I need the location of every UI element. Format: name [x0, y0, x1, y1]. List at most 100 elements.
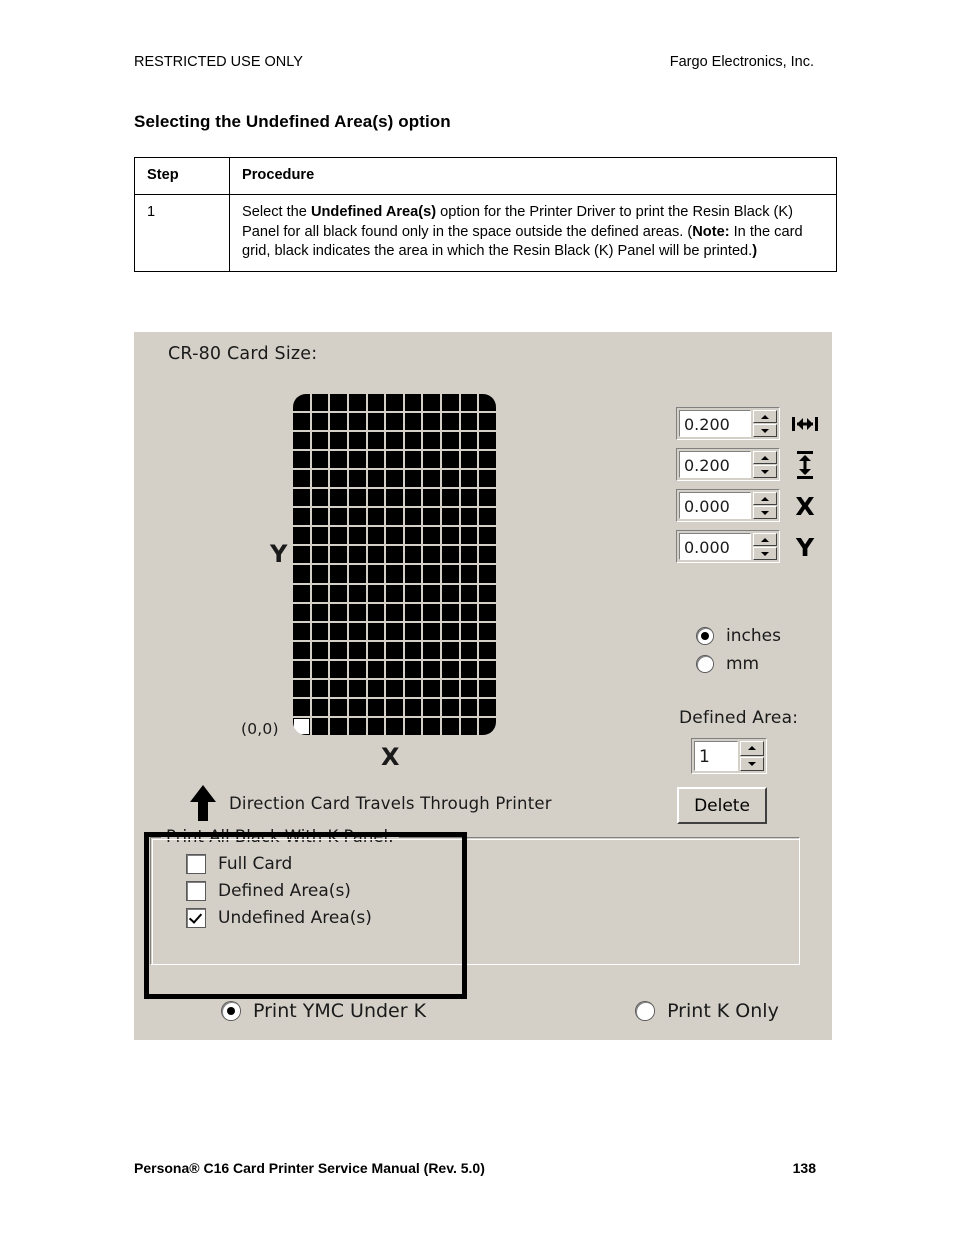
card-grid-cell[interactable]: [460, 394, 478, 412]
card-grid-cell[interactable]: [442, 451, 459, 469]
card-grid-cell[interactable]: [367, 451, 385, 469]
card-grid-cell[interactable]: [442, 508, 459, 526]
card-grid-cell[interactable]: [442, 641, 459, 659]
height-spinner-buttons[interactable]: [753, 451, 777, 478]
card-grid-cell[interactable]: [404, 603, 422, 621]
card-grid-cell[interactable]: [348, 584, 366, 602]
card-grid-cell[interactable]: [348, 508, 366, 526]
y-offset-spinner-up[interactable]: [753, 533, 777, 546]
x-offset-value[interactable]: 0.000: [679, 492, 751, 519]
card-grid-cell[interactable]: [311, 546, 329, 564]
card-grid-cell[interactable]: [293, 527, 310, 545]
card-grid-cell[interactable]: [311, 470, 329, 488]
card-grid-cell[interactable]: [442, 660, 459, 678]
delete-button[interactable]: Delete: [677, 787, 767, 824]
card-grid-cell[interactable]: [386, 489, 403, 507]
card-grid-cell[interactable]: [348, 489, 366, 507]
card-grid-cell[interactable]: [311, 641, 329, 659]
card-grid-cell[interactable]: [330, 432, 347, 450]
card-grid-cell[interactable]: [460, 451, 478, 469]
card-grid-cell[interactable]: [348, 679, 366, 697]
card-grid-cell[interactable]: [460, 489, 478, 507]
card-grid-cell[interactable]: [460, 660, 478, 678]
card-grid-cell[interactable]: [442, 679, 459, 697]
width-spinner-up[interactable]: [753, 410, 777, 423]
card-grid-cell[interactable]: [404, 470, 422, 488]
card-grid-cell[interactable]: [479, 565, 496, 583]
card-grid-cell[interactable]: [311, 413, 329, 431]
card-grid-cell[interactable]: [386, 641, 403, 659]
card-grid-cell[interactable]: [348, 527, 366, 545]
card-grid-cell[interactable]: [330, 451, 347, 469]
card-grid-cell[interactable]: [311, 565, 329, 583]
card-grid-cell[interactable]: [442, 394, 459, 412]
card-grid-cell[interactable]: [311, 508, 329, 526]
card-grid-cell[interactable]: [423, 565, 441, 583]
card-grid-cell[interactable]: [367, 660, 385, 678]
card-grid-cell[interactable]: [460, 546, 478, 564]
card-grid-cell[interactable]: [460, 527, 478, 545]
height-spinner-down[interactable]: [753, 465, 777, 478]
card-grid-cell[interactable]: [293, 451, 310, 469]
card-grid-cell[interactable]: [311, 394, 329, 412]
card-grid-cell[interactable]: [293, 546, 310, 564]
card-grid-cell[interactable]: [367, 546, 385, 564]
card-grid-cell[interactable]: [460, 622, 478, 640]
card-grid-cell[interactable]: [293, 641, 310, 659]
card-grid-cell[interactable]: [386, 413, 403, 431]
card-grid-cell[interactable]: [348, 394, 366, 412]
checkbox-undefined-areas[interactable]: Undefined Area(s): [187, 908, 372, 928]
card-grid-cell[interactable]: [404, 413, 422, 431]
card-grid-cell[interactable]: [330, 698, 347, 716]
radio-mm[interactable]: mm: [697, 654, 781, 674]
card-grid-cell[interactable]: [386, 698, 403, 716]
card-grid-cell[interactable]: [293, 489, 310, 507]
card-grid-cell[interactable]: [423, 394, 441, 412]
card-grid-cell[interactable]: [386, 432, 403, 450]
card-grid-cell[interactable]: [367, 679, 385, 697]
card-grid-cell[interactable]: [404, 622, 422, 640]
card-grid-cell[interactable]: [293, 622, 310, 640]
card-grid-cell[interactable]: [293, 679, 310, 697]
card-grid-cell[interactable]: [479, 546, 496, 564]
card-grid-cell[interactable]: [442, 489, 459, 507]
card-grid-cell[interactable]: [423, 451, 441, 469]
card-grid-cell[interactable]: [348, 660, 366, 678]
card-grid-cell[interactable]: [460, 508, 478, 526]
card-grid-cell[interactable]: [442, 584, 459, 602]
card-grid-cell[interactable]: [386, 603, 403, 621]
card-grid-cell[interactable]: [348, 451, 366, 469]
radio-inches-indicator[interactable]: [697, 628, 713, 644]
card-grid-cell[interactable]: [367, 622, 385, 640]
width-value[interactable]: 0.200: [679, 410, 751, 437]
card-grid-cell[interactable]: [348, 622, 366, 640]
card-grid-cell[interactable]: [423, 622, 441, 640]
card-grid-cell[interactable]: [311, 679, 329, 697]
card-grid-cell[interactable]: [367, 603, 385, 621]
card-grid-cell[interactable]: [386, 527, 403, 545]
card-grid-cell[interactable]: [442, 413, 459, 431]
card-grid-cell[interactable]: [479, 603, 496, 621]
card-grid-cell[interactable]: [479, 394, 496, 412]
card-grid-cell[interactable]: [404, 546, 422, 564]
card-grid-cell[interactable]: [311, 489, 329, 507]
card-grid-cell[interactable]: [404, 679, 422, 697]
radio-inches[interactable]: inches: [697, 626, 781, 646]
card-grid-cell[interactable]: [460, 698, 478, 716]
defined-area-spinner[interactable]: 1: [691, 738, 767, 774]
checkbox-defined-areas-indicator[interactable]: [187, 882, 205, 900]
card-grid-cell[interactable]: [367, 641, 385, 659]
card-grid-cell[interactable]: [311, 717, 329, 735]
card-grid-cell[interactable]: [404, 489, 422, 507]
card-grid-cell[interactable]: [293, 698, 310, 716]
card-grid-cell[interactable]: [367, 394, 385, 412]
card-grid-cell[interactable]: [330, 470, 347, 488]
card-grid-cell[interactable]: [348, 641, 366, 659]
card-grid-cell[interactable]: [386, 622, 403, 640]
card-grid-cell[interactable]: [293, 394, 310, 412]
card-grid-cell[interactable]: [330, 660, 347, 678]
card-grid-cell[interactable]: [404, 394, 422, 412]
card-grid-cell[interactable]: [348, 603, 366, 621]
card-grid-cell[interactable]: [423, 527, 441, 545]
card-grid-cell[interactable]: [423, 660, 441, 678]
